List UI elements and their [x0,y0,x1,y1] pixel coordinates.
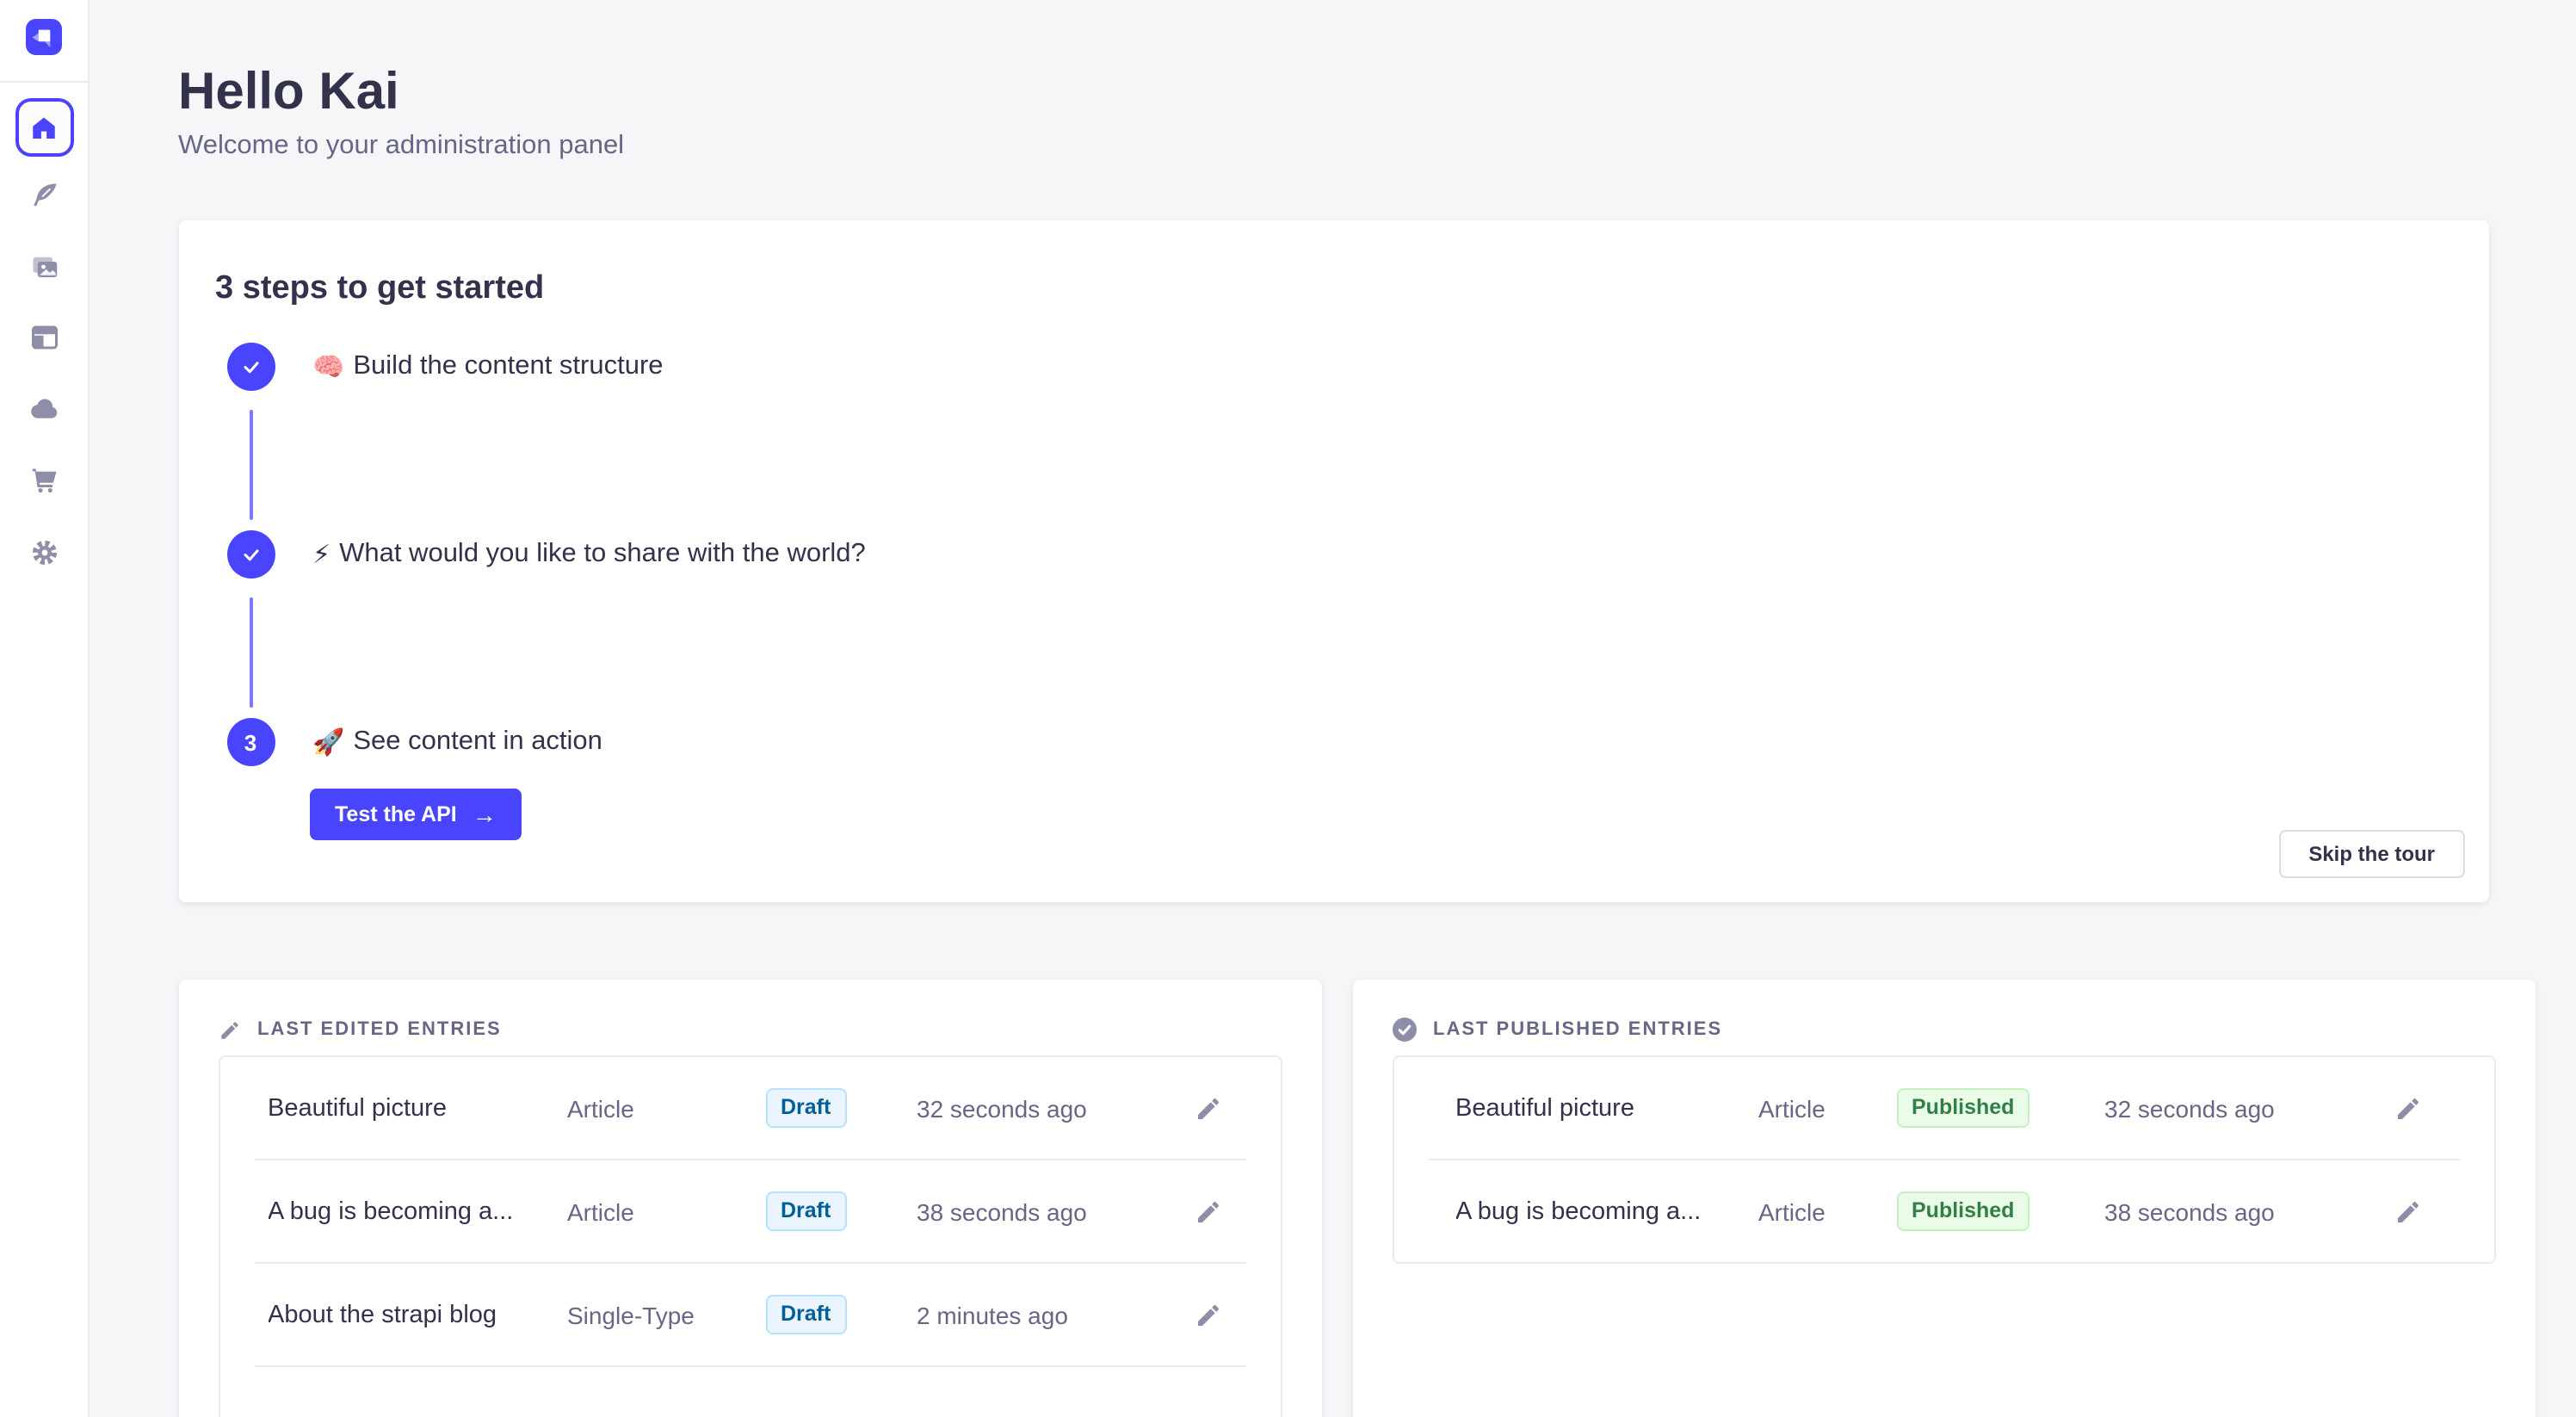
pencil-icon [2394,1197,2421,1225]
check-icon [238,355,263,379]
step-3-number-circle: 3 [226,718,275,766]
edit-entry-button[interactable] [2383,1084,2431,1132]
edit-entry-button[interactable] [2383,1187,2431,1235]
strapi-logo-icon[interactable] [26,19,62,55]
entry-time: 2 minutes ago [917,1301,1183,1328]
page-title: Hello Kai [178,64,2488,122]
status-badge: Draft [765,1088,846,1128]
sidebar [0,0,90,1417]
step-connector-line [249,597,252,708]
skip-the-tour-button[interactable]: Skip the tour [2279,830,2464,878]
status-badge: Draft [765,1295,846,1334]
step-1-text: Build the content structure [353,351,663,382]
entry-time: 32 seconds ago [917,1094,1183,1122]
step-3-number: 3 [244,729,256,755]
entry-type: Article [1758,1094,1896,1122]
last-edited-entries-card: LAST EDITED ENTRIES Beautiful picture Ar… [178,980,1321,1417]
pencil-icon [1194,1301,1221,1328]
sidebar-item-content-type-builder[interactable] [28,179,59,210]
last-published-header: LAST PUBLISHED ENTRIES [1392,1018,2495,1042]
last-published-title: LAST PUBLISHED ENTRIES [1433,1019,1722,1040]
edit-entry-button[interactable] [1183,1187,1232,1235]
edit-entry-button[interactable] [1183,1084,1232,1132]
brain-emoji-icon: 🧠 [312,354,344,380]
check-circle-icon [1392,1018,1416,1042]
strapi-admin-homepage: Hello Kai Welcome to your administration… [0,0,2576,1417]
step-1-check-circle [226,343,275,391]
step-2-check-circle [226,530,275,579]
entry-type: Article [567,1094,765,1122]
entry-type: Single-Type [567,1301,765,1328]
home-icon [29,113,59,142]
table-row: A bug is becoming a... Article Draft 38 … [219,1160,1280,1262]
arrow-right-icon: → [473,801,497,828]
entry-time: 38 seconds ago [2104,1197,2383,1225]
entry-title: Beautiful picture [268,1094,567,1122]
rocket-emoji-icon: 🚀 [312,729,344,755]
step-2-label: ⚡ What would you like to share with the … [312,535,866,573]
test-api-label: Test the API [335,802,457,826]
step-connector-line [249,410,252,520]
table-row: About the strapi blog Single-Type Draft … [219,1264,1280,1365]
cart-icon [28,465,59,496]
step-3-text: See content in action [353,727,602,758]
table-row: Beautiful picture Article Published 32 s… [1393,1057,2493,1159]
layout-icon [28,322,59,353]
entry-type: Article [567,1197,765,1225]
pencil-icon [218,1018,240,1041]
entry-type: Article [1758,1197,1896,1225]
last-edited-title: LAST EDITED ENTRIES [257,1019,502,1040]
entry-title: Beautiful picture [1455,1094,1758,1122]
step-1-label: 🧠 Build the content structure [312,348,664,386]
step-3-label: 🚀 See content in action [312,723,602,761]
sidebar-item-content-manager[interactable] [28,322,59,353]
pencil-icon [1194,1197,1221,1225]
status-badge: Published [1896,1191,2029,1231]
gear-icon [28,536,59,567]
entry-title: About the strapi blog [268,1301,567,1328]
status-badge: Published [1896,1088,2029,1128]
cloud-icon [28,393,59,424]
step-2-text: What would you like to share with the wo… [339,539,866,570]
onboarding-card: 3 steps to get started 🧠 Build the conte… [178,220,2488,902]
entry-time: 32 seconds ago [2104,1094,2383,1122]
sidebar-item-deploy[interactable] [28,393,59,424]
last-edited-header: LAST EDITED ENTRIES [218,1018,1282,1042]
last-published-table: Beautiful picture Article Published 32 s… [1392,1055,2495,1264]
edit-entry-button[interactable] [1183,1290,1232,1339]
last-published-entries-card: LAST PUBLISHED ENTRIES Beautiful picture… [1352,980,2535,1417]
main-content: Hello Kai Welcome to your administration… [90,0,2576,1417]
entry-title: A bug is becoming a... [268,1197,567,1225]
lightning-emoji-icon: ⚡ [312,541,330,567]
feather-icon [28,179,59,210]
onboarding-title: 3 steps to get started [215,269,544,310]
table-row: A bug is becoming a... Article Published… [1393,1160,2493,1262]
status-badge: Draft [765,1191,846,1231]
check-icon [238,542,263,566]
sidebar-divider [0,81,89,83]
table-row: Beautiful picture Article Draft 32 secon… [219,1057,1280,1159]
row-divider [254,1365,1245,1367]
entries-section: LAST EDITED ENTRIES Beautiful picture Ar… [178,980,2488,1417]
page-subtitle: Welcome to your administration panel [178,127,2488,165]
sidebar-item-settings[interactable] [28,536,59,567]
pencil-icon [1194,1094,1221,1122]
test-the-api-button[interactable]: Test the API → [309,789,522,840]
last-edited-table: Beautiful picture Article Draft 32 secon… [218,1055,1282,1417]
sidebar-item-home[interactable] [15,98,73,157]
entry-time: 38 seconds ago [917,1197,1183,1225]
sidebar-item-marketplace[interactable] [28,465,59,496]
pencil-icon [2394,1094,2421,1122]
media-library-icon [28,251,59,282]
sidebar-item-media-library[interactable] [28,251,59,282]
entry-title: A bug is becoming a... [1455,1197,1758,1225]
